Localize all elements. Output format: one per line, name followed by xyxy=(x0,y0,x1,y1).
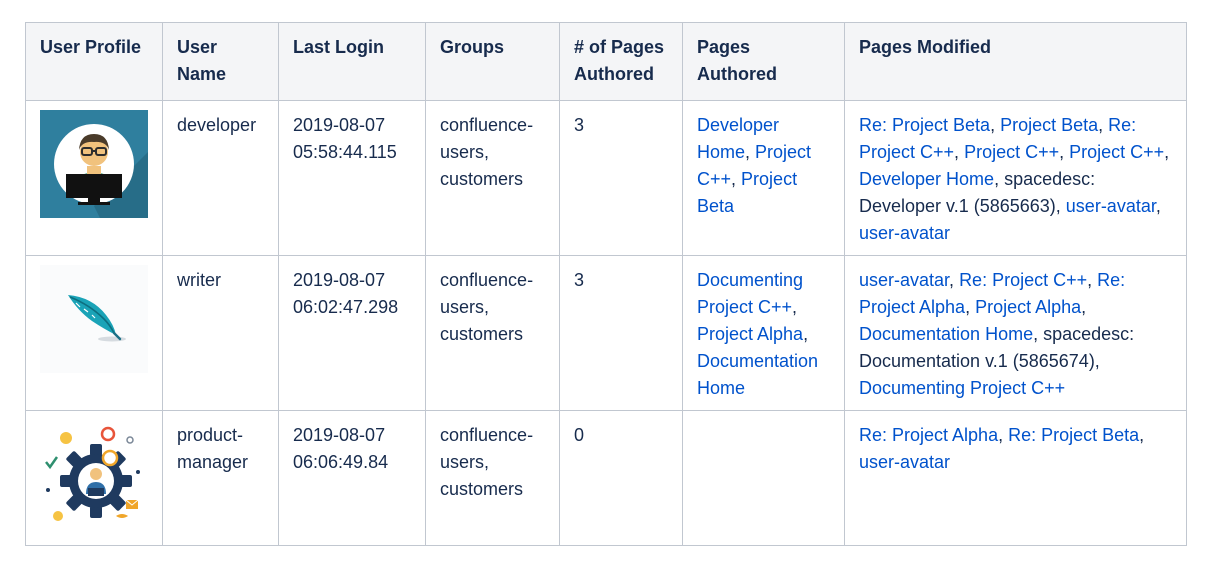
page-link[interactable]: Project C++ xyxy=(1069,142,1164,162)
groups-cell: confluence-users, customers xyxy=(425,255,560,411)
user-name-cell: product-manager xyxy=(162,410,279,546)
column-header-pages-count: # of Pages Authored xyxy=(559,22,683,101)
pages-modified-cell: user-avatar, Re: Project C++, Re: Projec… xyxy=(844,255,1187,411)
page-link[interactable]: Documenting Project C++ xyxy=(697,270,803,317)
table-row: product-manager 2019-08-07 06:06:49.84 c… xyxy=(25,410,1187,546)
column-header-user-name: User Name xyxy=(162,22,279,101)
page-list-text: , xyxy=(1087,270,1098,290)
page-list-text: , xyxy=(745,142,756,162)
column-header-last-login: Last Login xyxy=(278,22,426,101)
user-profile-cell xyxy=(25,100,163,256)
page-link[interactable]: Re: Project Alpha xyxy=(859,425,998,445)
page-link[interactable]: Project Alpha xyxy=(975,297,1081,317)
page-link[interactable]: user-avatar xyxy=(859,452,950,472)
user-profile-cell xyxy=(25,410,163,546)
user-profile-cell xyxy=(25,255,163,411)
user-name-cell: developer xyxy=(162,100,279,256)
user-activity-table: User Profile User Name Last Login Groups… xyxy=(25,22,1187,546)
page-link[interactable]: user-avatar xyxy=(859,270,949,290)
table-row: writer 2019-08-07 06:02:47.298 confluenc… xyxy=(25,255,1187,411)
page-link[interactable]: user-avatar xyxy=(859,223,950,243)
column-header-groups: Groups xyxy=(425,22,560,101)
page-link[interactable]: Project Beta xyxy=(1000,115,1098,135)
pages-count-cell: 0 xyxy=(559,410,683,546)
page-list-text: , xyxy=(990,115,1001,135)
page-list-text: , xyxy=(954,142,965,162)
page-list-text: , xyxy=(1139,425,1145,445)
user-name-cell: writer xyxy=(162,255,279,411)
pages-authored-cell xyxy=(682,410,845,546)
page-link[interactable]: Documenting Project C++ xyxy=(859,378,1065,398)
pages-modified-cell: Re: Project Beta, Project Beta, Re: Proj… xyxy=(844,100,1187,256)
page-list-text: , xyxy=(1098,115,1109,135)
page-link[interactable]: Re: Project Beta xyxy=(859,115,990,135)
quill-feather-icon xyxy=(40,265,148,373)
page-list-text: , xyxy=(1164,142,1170,162)
pages-modified-cell: Re: Project Alpha, Re: Project Beta, use… xyxy=(844,410,1187,546)
table-header-row: User Profile User Name Last Login Groups… xyxy=(25,22,1187,101)
column-header-user-profile: User Profile xyxy=(25,22,163,101)
page-link[interactable]: Re: Project Beta xyxy=(1008,425,1139,445)
page-link[interactable]: Developer Home xyxy=(859,169,994,189)
last-login-cell: 2019-08-07 06:02:47.298 xyxy=(278,255,426,411)
page-link[interactable]: Project Alpha xyxy=(697,324,803,344)
last-login-cell: 2019-08-07 05:58:44.115 xyxy=(278,100,426,256)
page-list-text: , xyxy=(1081,297,1087,317)
page-list-text: , xyxy=(949,270,960,290)
page-link[interactable]: Re: Project C++ xyxy=(959,270,1087,290)
page-list-text: , xyxy=(965,297,976,317)
column-header-pages-authored: Pages Authored xyxy=(682,22,845,101)
pages-authored-cell: Developer Home, Project C++, Project Bet… xyxy=(682,100,845,256)
pages-count-cell: 3 xyxy=(559,255,683,411)
developer-avatar-icon xyxy=(40,110,148,218)
page-list-text: , xyxy=(731,169,742,189)
pages-authored-cell: Documenting Project C++, Project Alpha, … xyxy=(682,255,845,411)
pages-count-cell: 3 xyxy=(559,100,683,256)
page-list-text: , xyxy=(1059,142,1070,162)
groups-cell: confluence-users, customers xyxy=(425,410,560,546)
gear-manager-icon xyxy=(40,420,148,528)
last-login-cell: 2019-08-07 06:06:49.84 xyxy=(278,410,426,546)
page-list-text: , xyxy=(792,297,798,317)
column-header-pages-modified: Pages Modified xyxy=(844,22,1187,101)
page-link[interactable]: Project C++ xyxy=(964,142,1059,162)
page-list-text: , xyxy=(1155,196,1161,216)
page-link[interactable]: Documentation Home xyxy=(697,351,818,398)
table-row: developer 2019-08-07 05:58:44.115 conflu… xyxy=(25,100,1187,256)
page-link[interactable]: Documentation Home xyxy=(859,324,1033,344)
page-link[interactable]: user-avatar xyxy=(1066,196,1156,216)
page-list-text: , xyxy=(998,425,1009,445)
page-list-text: , xyxy=(803,324,809,344)
groups-cell: confluence-users, customers xyxy=(425,100,560,256)
